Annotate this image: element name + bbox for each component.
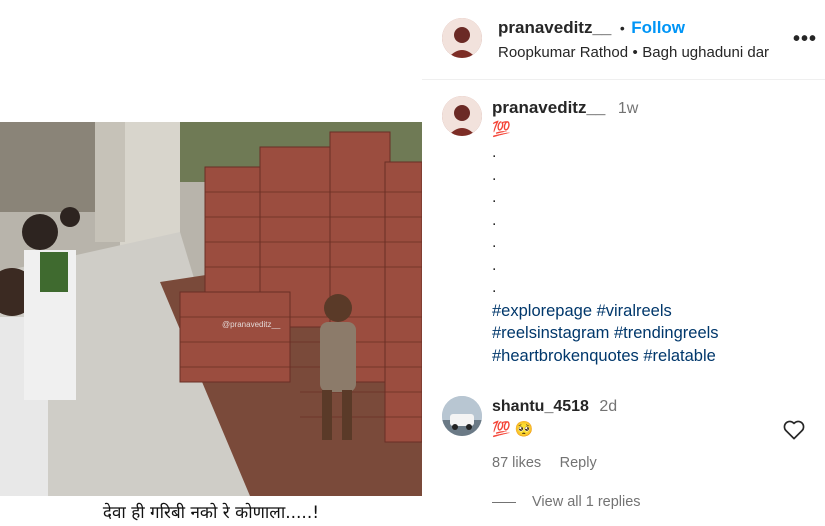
- video-caption: देवा ही गरिबी नको रे कोणाला.....!: [0, 496, 422, 526]
- author-avatar[interactable]: [442, 18, 482, 58]
- comment-actions: 87 likes Reply: [492, 454, 597, 472]
- post-details-panel: pranaveditz__ • Follow Roopkumar Rathod …: [422, 0, 825, 526]
- caption-dot: .: [492, 234, 497, 251]
- view-replies-label[interactable]: View all 1 replies: [532, 494, 641, 510]
- caption-dot: .: [492, 211, 497, 229]
- caption-emoji: 💯: [492, 121, 511, 138]
- more-options-icon[interactable]: •••: [793, 28, 817, 51]
- caption-dot: .: [492, 256, 497, 274]
- caption-username[interactable]: pranaveditz__: [492, 98, 605, 117]
- caption-body: pranaveditz__ 1w 💯 . . . . . . . #explor…: [492, 98, 812, 367]
- video-frame-illustration: [0, 122, 422, 496]
- post-header: pranaveditz__ • Follow Roopkumar Rathod …: [422, 0, 825, 80]
- caption-dot: .: [492, 144, 497, 161]
- follow-separator: •: [619, 20, 625, 36]
- hashtag-line[interactable]: #reelsinstagram #trendingreels: [492, 322, 812, 345]
- comment-likes[interactable]: 87 likes: [492, 455, 541, 471]
- avatar-portrait-icon: [442, 18, 482, 58]
- caption-dot: .: [492, 279, 497, 296]
- comment-header: shantu_4518 2d: [492, 398, 617, 416]
- audio-title[interactable]: Bagh ughaduni dar: [642, 44, 769, 61]
- follow-button[interactable]: Follow: [631, 18, 685, 37]
- reply-button[interactable]: Reply: [560, 455, 597, 471]
- heart-icon[interactable]: [783, 420, 805, 445]
- audio-separator: •: [632, 44, 638, 61]
- avatar-portrait-icon: [442, 96, 482, 136]
- author-username[interactable]: pranaveditz__: [498, 18, 611, 37]
- audio-info[interactable]: Roopkumar Rathod • Bagh ughaduni dar: [498, 44, 769, 62]
- media-panel: @pranaveditz__ देवा ही गरिबी नको रे कोणा…: [0, 0, 422, 526]
- comment-time[interactable]: 2d: [599, 398, 617, 415]
- commenter-avatar[interactable]: [442, 396, 482, 436]
- caption-dots: . . . . . . .: [492, 142, 812, 300]
- view-replies-button[interactable]: View all 1 replies: [492, 494, 641, 510]
- comment-text: 💯 🥺: [492, 421, 534, 438]
- video-watermark: @pranaveditz__: [222, 320, 281, 329]
- avatar-car-icon: [442, 396, 482, 436]
- hashtag-line[interactable]: #heartbrokenquotes #relatable: [492, 345, 812, 368]
- divider: [492, 501, 516, 503]
- caption-time[interactable]: 1w: [618, 100, 638, 117]
- reel-video[interactable]: @pranaveditz__: [0, 122, 422, 496]
- caption-dot: .: [492, 189, 497, 206]
- caption-avatar[interactable]: [442, 96, 482, 136]
- audio-artist[interactable]: Roopkumar Rathod: [498, 44, 628, 61]
- caption-dot: .: [492, 166, 497, 184]
- commenter-username[interactable]: shantu_4518: [492, 398, 589, 415]
- hashtag-line[interactable]: #explorepage #viralreels: [492, 300, 812, 323]
